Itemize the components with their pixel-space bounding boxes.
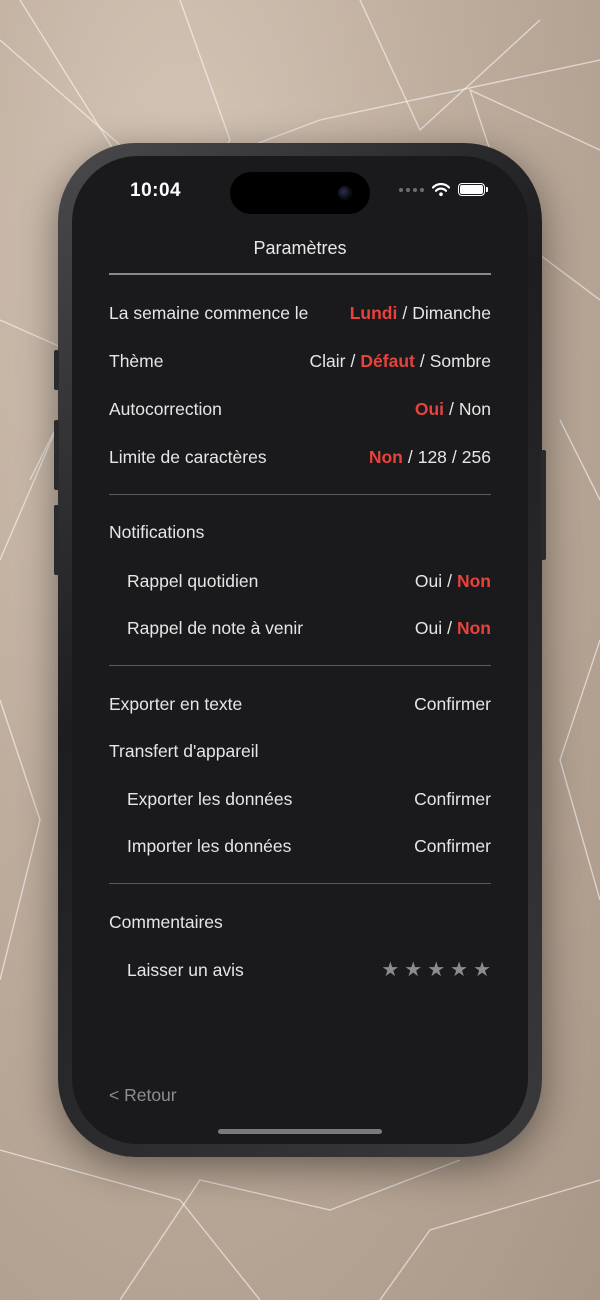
setting-export-data: Exporter les données Confirmer [109,784,491,814]
option-defaut[interactable]: Défaut [360,351,414,372]
separator: / [447,570,452,591]
camera-icon [338,186,352,200]
star-icon[interactable]: ★ [450,960,468,980]
star-icon[interactable]: ★ [427,960,445,980]
separator: / [402,302,408,323]
back-button[interactable]: < Retour [109,1085,177,1106]
rating-stars: ★ ★ ★ ★ ★ [381,960,491,980]
import-data-confirm-button[interactable]: Confirmer [414,836,491,857]
status-time: 10:04 [130,180,182,201]
wifi-icon [432,183,450,196]
home-indicator[interactable] [218,1129,382,1134]
option-clair[interactable]: Clair [310,351,346,372]
separator: / [407,446,413,467]
battery-icon [458,183,485,196]
setting-label: Rappel quotidien [127,570,259,591]
setting-theme: Thème Clair / Défaut / Sombre [109,346,491,376]
power-button [541,450,546,560]
volume-up-button [54,420,59,490]
notifications-heading: Notifications [109,522,205,542]
action-button [54,350,59,390]
option-sombre[interactable]: Sombre [430,351,491,372]
status-icons [399,183,488,196]
separator: / [449,398,454,419]
option-oui[interactable]: Oui [415,618,442,639]
setting-label: Exporter les données [127,788,293,809]
header-divider [109,273,491,275]
setting-import-data: Importer les données Confirmer [109,831,491,861]
setting-upcoming-reminder: Rappel de note à venir Oui / Non [109,613,491,643]
option-group: Oui / Non [415,399,491,420]
setting-export-text: Exporter en texte Confirmer [109,689,491,719]
setting-label: Autocorrection [109,398,222,419]
phone-screen: 10:04 Paramètres La semaine commence le … [72,156,528,1144]
setting-label: Laisser un avis [127,959,244,980]
setting-review: Laisser un avis ★ ★ ★ ★ ★ [109,955,491,985]
feedback-heading: Commentaires [109,912,223,932]
option-non[interactable]: Non [369,447,403,468]
setting-label: Limite de caractères [109,446,267,467]
star-icon[interactable]: ★ [473,960,491,980]
setting-label: Thème [109,350,164,371]
option-group: Lundi / Dimanche [350,303,491,324]
export-data-confirm-button[interactable]: Confirmer [414,789,491,810]
option-128[interactable]: 128 [418,447,447,468]
setting-autocorrect: Autocorrection Oui / Non [109,394,491,424]
star-icon[interactable]: ★ [381,960,399,980]
setting-char-limit: Limite de caractères Non / 128 / 256 [109,442,491,472]
section-divider [109,494,491,495]
transfer-heading: Transfert d'appareil [109,741,259,761]
option-non[interactable]: Non [457,618,491,639]
dynamic-island [230,172,370,214]
option-oui[interactable]: Oui [415,571,442,592]
separator: / [419,350,425,371]
setting-label: Exporter en texte [109,693,243,714]
option-group: Oui / Non [415,571,491,592]
option-non[interactable]: Non [457,571,491,592]
option-non[interactable]: Non [459,399,491,420]
volume-down-button [54,505,59,575]
setting-label: Importer les données [127,835,292,856]
separator: / [447,617,452,638]
option-oui[interactable]: Oui [415,399,444,420]
setting-week-start: La semaine commence le Lundi / Dimanche [109,298,491,328]
export-text-confirm-button[interactable]: Confirmer [414,694,491,715]
separator: / [451,446,457,467]
separator: / [350,350,356,371]
option-dimanche[interactable]: Dimanche [412,303,491,324]
section-divider [109,665,491,666]
page-title: Paramètres [253,238,347,258]
setting-daily-reminder: Rappel quotidien Oui / Non [109,566,491,596]
option-group: Non / 128 / 256 [369,447,491,468]
setting-label: Rappel de note à venir [127,617,304,638]
option-group: Clair / Défaut / Sombre [310,351,491,372]
star-icon[interactable]: ★ [404,960,422,980]
option-lundi[interactable]: Lundi [350,303,398,324]
option-256[interactable]: 256 [462,447,491,468]
setting-label: La semaine commence le [109,302,309,323]
option-group: Oui / Non [415,618,491,639]
signal-dots-icon [399,187,424,192]
section-divider [109,883,491,884]
